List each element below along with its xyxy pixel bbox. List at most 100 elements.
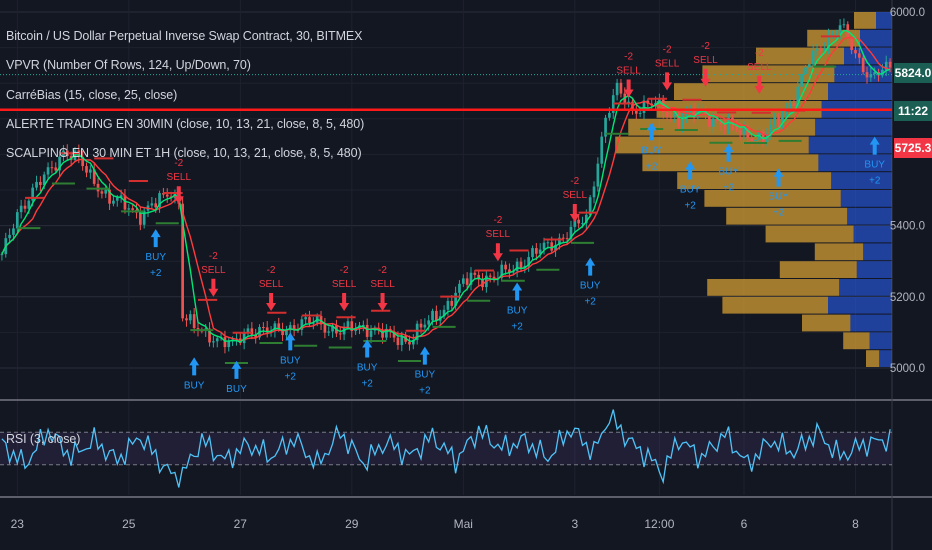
vpvr-down-bar xyxy=(866,350,880,367)
candle xyxy=(838,25,842,34)
candle xyxy=(408,341,411,345)
buy-label: BUY xyxy=(226,384,247,395)
buy-count: +2 xyxy=(511,322,523,333)
countdown-badge: 11:22 xyxy=(894,101,932,121)
sell-count: -2 xyxy=(378,265,387,276)
candle xyxy=(446,300,450,310)
candle xyxy=(131,208,134,210)
buy-count: +2 xyxy=(684,201,696,212)
candle xyxy=(150,203,154,206)
chart-title: Bitcoin / US Dollar Perpetual Inverse Sw… xyxy=(6,29,363,43)
sell-count: -2 xyxy=(340,265,349,276)
sell-label: SELL xyxy=(616,65,641,76)
candle xyxy=(519,261,523,268)
candle xyxy=(673,113,677,117)
sell-count: -2 xyxy=(267,265,276,276)
buy-count: +2 xyxy=(723,183,735,194)
candle xyxy=(138,212,142,225)
candle xyxy=(115,197,119,201)
buy-label: BUY xyxy=(507,306,528,317)
candle xyxy=(46,167,50,175)
candle xyxy=(792,103,796,107)
candle xyxy=(596,163,600,187)
buy-label: BUY xyxy=(357,363,378,374)
vpvr-down-bar xyxy=(843,332,870,350)
sell-count: -2 xyxy=(755,48,764,59)
candle xyxy=(419,323,423,328)
sell-count: -2 xyxy=(493,215,502,226)
buy-label: BUY xyxy=(641,145,662,156)
candle xyxy=(857,53,861,58)
vpvr-up-bar xyxy=(869,332,892,350)
candle xyxy=(615,82,619,96)
candle xyxy=(465,278,469,285)
candle xyxy=(577,219,580,224)
candle xyxy=(861,57,865,73)
time-tick-label: 3 xyxy=(571,517,578,531)
time-tick-label: 29 xyxy=(345,517,359,531)
sell-label: SELL xyxy=(563,190,588,201)
candle xyxy=(854,49,857,54)
buy-label: BUY xyxy=(580,281,601,292)
candle xyxy=(608,112,611,118)
vpvr-up-bar xyxy=(863,243,892,261)
candle xyxy=(834,33,838,35)
candle xyxy=(423,324,427,328)
candle xyxy=(850,38,853,50)
buy-count: +2 xyxy=(419,386,431,397)
vpvr-up-bar xyxy=(831,172,892,189)
candle xyxy=(15,212,19,229)
candle xyxy=(800,74,803,87)
time-tick-label: 8 xyxy=(852,517,859,531)
candle xyxy=(723,124,727,130)
price-tick-label: 5400.0 xyxy=(890,221,925,233)
price-tick-label: 6000.0 xyxy=(890,7,925,19)
candle xyxy=(35,181,38,188)
candle xyxy=(531,248,534,258)
legend-rsi: RSI (3, close) xyxy=(6,432,81,446)
vpvr-down-bar xyxy=(765,225,854,243)
candle xyxy=(338,333,342,335)
candle xyxy=(308,317,311,323)
time-tick-label: 25 xyxy=(122,517,136,531)
candle xyxy=(304,317,308,320)
vpvr-down-bar xyxy=(854,12,876,29)
candle xyxy=(19,205,23,213)
candle xyxy=(346,321,350,327)
candle xyxy=(681,118,684,127)
sell-label: SELL xyxy=(201,265,226,276)
candle xyxy=(327,331,331,333)
sell-label: SELL xyxy=(259,279,284,290)
candle xyxy=(188,314,192,321)
legend-scalping: SCALPING EN 30 MIN ET 1H (close, 10, 13,… xyxy=(6,146,362,160)
buy-count: +2 xyxy=(646,161,658,172)
candle xyxy=(542,242,546,250)
candle xyxy=(8,234,11,239)
candle xyxy=(535,248,538,254)
time-tick-label: Mai xyxy=(454,517,473,531)
vpvr-down-bar xyxy=(674,83,828,100)
buy-count: +2 xyxy=(285,371,297,382)
price-tick-label: 5000.0 xyxy=(890,363,925,375)
candle xyxy=(39,181,42,185)
vpvr-up-bar xyxy=(847,207,892,225)
vpvr-up-bar xyxy=(815,118,892,136)
candle xyxy=(96,183,100,192)
candle xyxy=(165,194,169,197)
candle xyxy=(212,341,215,343)
trading-chart[interactable]: SELL -2 SELL -2 SELL -2 SELL -2 SELL -2 SELL -2 SELL… xyxy=(0,0,932,550)
time-tick-label: 27 xyxy=(234,517,248,531)
vpvr-up-bar xyxy=(808,136,892,154)
candle xyxy=(773,116,777,125)
candle xyxy=(100,191,104,194)
candle xyxy=(223,337,227,348)
sell-count: -2 xyxy=(209,251,218,262)
candle xyxy=(215,338,219,342)
buy-count: +2 xyxy=(150,268,162,279)
candle xyxy=(738,129,742,135)
buy-label: BUY xyxy=(415,370,436,381)
vpvr-up-bar xyxy=(856,261,892,278)
candle xyxy=(104,189,108,194)
candle xyxy=(192,314,196,329)
candle xyxy=(112,200,115,204)
